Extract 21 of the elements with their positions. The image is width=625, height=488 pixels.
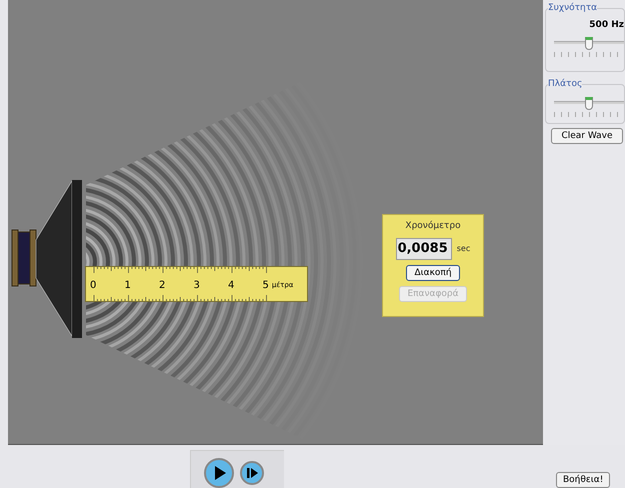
frequency-label: Συχνότητα — [548, 2, 598, 14]
slider-thumb[interactable] — [585, 37, 593, 50]
ruler-number: 3 — [194, 279, 201, 293]
ruler-number: 1 — [124, 279, 132, 293]
ruler-number: 0 — [90, 279, 98, 293]
amplitude-label: Πλάτος — [548, 78, 582, 90]
help-button[interactable]: Βοήθεια! — [556, 472, 610, 488]
clear-wave-button[interactable]: Clear Wave — [551, 128, 623, 144]
stopwatch-title: Χρονόμετρο — [405, 220, 461, 233]
slider-thumb[interactable] — [585, 97, 593, 110]
frequency-reading: 500 Hz — [589, 19, 624, 32]
amplitude-slider[interactable] — [554, 97, 624, 119]
frequency-slider[interactable] — [554, 37, 624, 59]
time-unit: sec — [456, 242, 470, 254]
ruler-number: 2 — [159, 279, 166, 293]
step-icon[interactable] — [240, 460, 264, 484]
time-display: 0,0085 — [396, 238, 452, 260]
ruler-number: 4 — [228, 279, 236, 293]
play-icon[interactable] — [204, 458, 234, 488]
stop-button[interactable]: Διακοπή — [406, 264, 460, 280]
ruler-number: 5 — [262, 279, 269, 293]
